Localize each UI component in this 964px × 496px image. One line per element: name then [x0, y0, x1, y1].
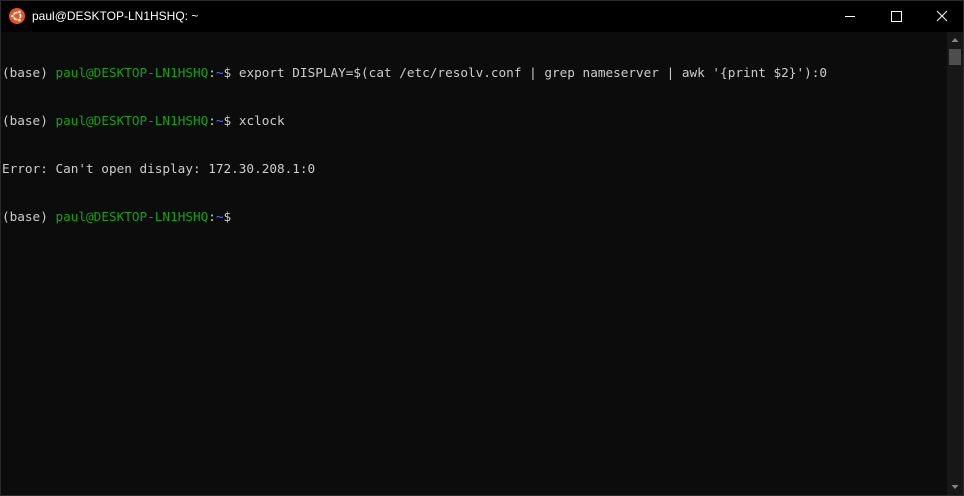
prompt-colon: : — [208, 209, 216, 224]
command-line: (base) paul@DESKTOP-LN1HSHQ:~$ xclock — [2, 113, 946, 129]
scroll-up-arrow-icon — [951, 38, 959, 42]
error-message: Error: Can't open display: 172.30.208.1:… — [2, 161, 316, 176]
maximize-button[interactable] — [873, 1, 919, 32]
command-text: xclock — [238, 113, 285, 128]
prompt-user-host: paul@DESKTOP-LN1HSHQ — [55, 65, 209, 80]
prompt-user-host: paul@DESKTOP-LN1HSHQ — [55, 113, 209, 128]
error-output-line: Error: Can't open display: 172.30.208.1:… — [2, 161, 946, 177]
terminal-output[interactable]: (base) paul@DESKTOP-LN1HSHQ:~$ export DI… — [2, 33, 946, 493]
conda-env: (base) — [2, 65, 56, 80]
prompt-path: ~ — [215, 113, 224, 128]
close-button[interactable] — [919, 1, 963, 32]
scroll-up-button[interactable] — [947, 32, 963, 48]
scroll-thumb[interactable] — [949, 49, 961, 65]
prompt-colon: : — [208, 113, 216, 128]
minimize-button[interactable] — [827, 1, 873, 32]
prompt-path: ~ — [215, 65, 224, 80]
ubuntu-logo-icon — [9, 8, 25, 24]
prompt-path: ~ — [215, 209, 224, 224]
conda-env: (base) — [2, 209, 56, 224]
maximize-icon — [891, 11, 902, 22]
prompt-dollar: $ — [223, 65, 239, 80]
title-bar[interactable]: paul@DESKTOP-LN1HSHQ: ~ — [1, 1, 963, 32]
command-text: export DISPLAY=$(cat /etc/resolv.conf | … — [238, 65, 827, 80]
command-line: (base) paul@DESKTOP-LN1HSHQ:~$ — [2, 209, 946, 225]
prompt-dollar: $ — [223, 209, 232, 224]
prompt-colon: : — [208, 65, 216, 80]
vertical-scrollbar[interactable] — [947, 32, 963, 495]
prompt-dollar: $ — [223, 113, 239, 128]
command-line: (base) paul@DESKTOP-LN1HSHQ:~$ export DI… — [2, 65, 946, 81]
conda-env: (base) — [2, 113, 56, 128]
prompt-user-host: paul@DESKTOP-LN1HSHQ — [55, 209, 209, 224]
scroll-down-button[interactable] — [947, 479, 963, 495]
text-cursor — [231, 209, 239, 224]
window-title: paul@DESKTOP-LN1HSHQ: ~ — [32, 9, 199, 23]
terminal-window: paul@DESKTOP-LN1HSHQ: ~ (base) paul@DESK… — [0, 0, 964, 496]
minimize-icon — [845, 16, 855, 17]
close-icon — [936, 10, 948, 22]
scroll-down-arrow-icon — [951, 485, 959, 489]
